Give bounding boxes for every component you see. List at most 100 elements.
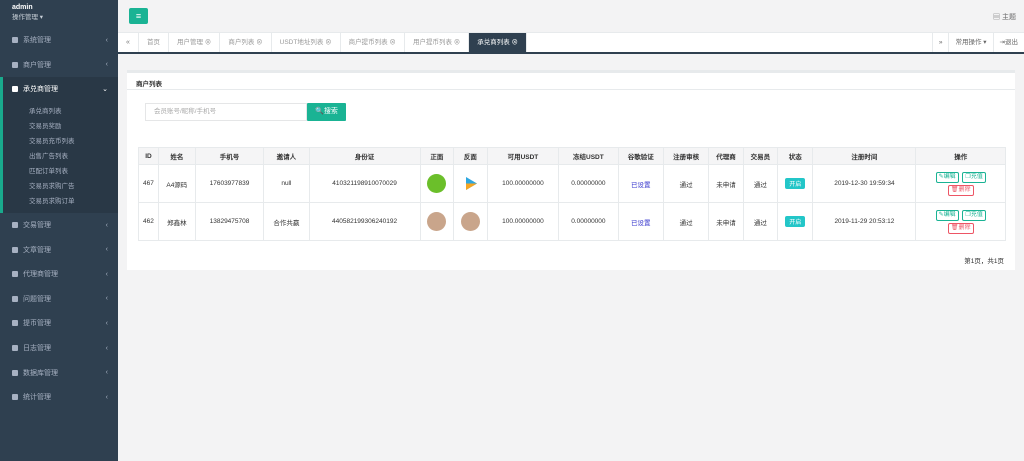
delete-button[interactable]: 🗑删除 bbox=[947, 184, 974, 196]
username: admin bbox=[12, 4, 33, 11]
cell-idcard: 410321198910070029 bbox=[308, 164, 421, 203]
bars-icon: ≡ bbox=[135, 11, 142, 21]
theme-icon: ▤ bbox=[993, 14, 1002, 21]
cell-id: 467 bbox=[138, 164, 159, 203]
chevron-left-icon: ‹ bbox=[105, 221, 108, 229]
chevron-left-icon: ‹ bbox=[105, 295, 108, 303]
sidebar-item-acceptor[interactable]: 承兑商管理 ⌄ bbox=[0, 77, 118, 102]
th-actions: 操作 bbox=[915, 147, 1006, 165]
recharge-button[interactable]: ❐充值 bbox=[962, 171, 986, 183]
scroll-right-button[interactable]: » bbox=[931, 33, 949, 52]
th-idcard: 身份证 bbox=[308, 147, 421, 165]
sidebar-subitem[interactable]: 交易员求购订单 bbox=[3, 194, 118, 209]
chart-icon bbox=[12, 394, 18, 401]
th-usdt-frozen: 冻结USDT bbox=[558, 147, 619, 165]
tab-user-manage[interactable]: 用户管理 ⊗ bbox=[169, 33, 221, 52]
tab-acceptor-list[interactable]: 承兑商列表 ⊗ bbox=[469, 33, 528, 52]
photo-icon[interactable] bbox=[460, 212, 480, 231]
tab-usdt-address[interactable]: USDT地址列表 ⊗ bbox=[272, 33, 341, 52]
table-row: 462 郑鑫林 13829475708 合作共赢 440582199306240… bbox=[138, 202, 1006, 241]
scroll-left-button[interactable]: « bbox=[118, 33, 139, 52]
status-badge[interactable]: 开启 bbox=[785, 178, 806, 189]
th-google: 谷歌验证 bbox=[617, 147, 664, 165]
sidebar-item-database[interactable]: 数据库管理 ‹ bbox=[0, 360, 118, 385]
th-front: 正面 bbox=[419, 147, 455, 165]
sidebar-subitem[interactable]: 承兑商列表 bbox=[3, 104, 118, 119]
list-icon bbox=[12, 345, 18, 352]
user-icon bbox=[12, 320, 18, 327]
topbar: ≡ ▤ 主题 bbox=[118, 0, 1024, 33]
chevron-down-icon: ⌄ bbox=[102, 86, 108, 94]
profile[interactable]: admin 操作管理 ▾ bbox=[0, 0, 118, 28]
cell-inviter: null bbox=[263, 164, 310, 203]
th-status: 状态 bbox=[777, 147, 814, 165]
cell-inviter: 合作共赢 bbox=[263, 202, 310, 241]
chevron-left-icon: ‹ bbox=[105, 344, 108, 352]
search-bar: 会员账号/昵称/手机号 🔍搜索 bbox=[145, 103, 346, 121]
cell-regtime: 2019-12-30 19:59:34 bbox=[812, 164, 917, 203]
google-link[interactable]: 已设置 bbox=[631, 220, 651, 227]
cell-usdt-avail: 100.00000000 bbox=[486, 164, 560, 203]
th-phone: 手机号 bbox=[194, 147, 265, 165]
status-badge[interactable]: 开启 bbox=[785, 216, 806, 227]
gear-icon bbox=[12, 37, 18, 44]
sidebar-item-stats[interactable]: 统计管理 ‹ bbox=[0, 385, 118, 410]
sidebar-item-log[interactable]: 日志管理 ‹ bbox=[0, 336, 118, 361]
sidebar-item-agent[interactable]: 代理商管理 ‹ bbox=[0, 262, 118, 287]
search-button[interactable]: 🔍搜索 bbox=[307, 103, 346, 121]
submenu: 承兑商列表 交易员奖励 交易员充币列表 出售广告列表 匹配订单列表 交易员求购广… bbox=[0, 101, 118, 213]
sidebar-item-system[interactable]: 系统管理 ‹ bbox=[0, 28, 118, 53]
menu-toggle-button[interactable]: ≡ bbox=[129, 8, 148, 24]
th-trader: 交易员 bbox=[742, 147, 779, 165]
edit-button[interactable]: ✎编辑 bbox=[935, 209, 959, 221]
chevron-left-icon: ‹ bbox=[105, 270, 108, 278]
panel-title: 商户列表 bbox=[127, 73, 1015, 90]
user-icon bbox=[12, 271, 18, 278]
sidebar-item-question[interactable]: 问题管理 ‹ bbox=[0, 287, 118, 312]
merchant-table: ID 姓名 手机号 邀请人 身份证 正面 反面 可用USDT 冻结USDT 谷歌… bbox=[138, 147, 1006, 241]
tab-merchant-list[interactable]: 商户列表 ⊗ bbox=[220, 33, 272, 52]
sidebar-subitem[interactable]: 出售广告列表 bbox=[3, 149, 118, 164]
chevron-left-icon: ‹ bbox=[105, 61, 108, 69]
search-icon: 🔍 bbox=[315, 108, 324, 115]
sidebar-subitem[interactable]: 交易员奖励 bbox=[3, 119, 118, 134]
table-row: 467 A4源码 17603977839 null 41032119891007… bbox=[138, 164, 1006, 203]
sidebar-subitem[interactable]: 交易员充币列表 bbox=[3, 134, 118, 149]
google-link[interactable]: 已设置 bbox=[631, 182, 651, 189]
cell-review: 通过 bbox=[662, 202, 710, 241]
common-ops-dropdown[interactable]: 常用操作 ▾ bbox=[948, 33, 992, 52]
th-back: 反面 bbox=[453, 147, 488, 165]
sidebar-item-trade[interactable]: 交易管理 ‹ bbox=[0, 213, 118, 238]
iqiyi-logo-icon[interactable] bbox=[427, 174, 447, 193]
sidebar-item-withdraw[interactable]: 提币管理 ‹ bbox=[0, 311, 118, 336]
th-name: 姓名 bbox=[157, 147, 196, 165]
sidebar-item-article[interactable]: 文章管理 ‹ bbox=[0, 237, 118, 262]
recharge-button[interactable]: ❐充值 bbox=[962, 209, 986, 221]
cell-review: 通过 bbox=[662, 164, 710, 203]
chevron-left-icon: ‹ bbox=[105, 369, 108, 377]
cell-usdt-avail: 100.00000000 bbox=[486, 202, 560, 241]
sidebar-subitem[interactable]: 交易员求购广告 bbox=[3, 179, 118, 194]
tab-home[interactable]: 首页 bbox=[139, 33, 169, 52]
delete-button[interactable]: 🗑删除 bbox=[947, 222, 974, 234]
tab-bar: « 首页 用户管理 ⊗ 商户列表 ⊗ USDT地址列表 ⊗ 商户提币列表 ⊗ 用… bbox=[118, 33, 1024, 54]
tab-user-withdraw[interactable]: 用户提币列表 ⊗ bbox=[405, 33, 470, 52]
video-play-icon[interactable] bbox=[460, 174, 480, 193]
theme-button[interactable]: ▤ 主题 bbox=[993, 12, 1016, 22]
user-icon bbox=[12, 61, 18, 68]
logout-button[interactable]: ⇥退出 bbox=[992, 33, 1024, 52]
role-dropdown[interactable]: 操作管理 ▾ bbox=[12, 14, 43, 21]
sidebar-subitem[interactable]: 匹配订单列表 bbox=[3, 164, 118, 179]
photo-icon[interactable] bbox=[427, 212, 447, 231]
double-chevron-right-icon: » bbox=[938, 39, 943, 46]
trash-icon: 🗑 bbox=[950, 224, 959, 231]
edit-button[interactable]: ✎编辑 bbox=[935, 171, 959, 183]
chevron-left-icon: ‹ bbox=[105, 246, 108, 254]
tab-merchant-withdraw[interactable]: 商户提币列表 ⊗ bbox=[341, 33, 405, 52]
search-input[interactable]: 会员账号/昵称/手机号 bbox=[145, 103, 307, 121]
cell-usdt-frozen: 0.00000000 bbox=[558, 164, 619, 203]
sidebar-item-merchant[interactable]: 商户管理 ‹ bbox=[0, 53, 118, 78]
double-chevron-left-icon: « bbox=[126, 39, 130, 46]
trash-icon: 🗑 bbox=[950, 186, 959, 193]
cell-name: A4源码 bbox=[157, 164, 196, 203]
